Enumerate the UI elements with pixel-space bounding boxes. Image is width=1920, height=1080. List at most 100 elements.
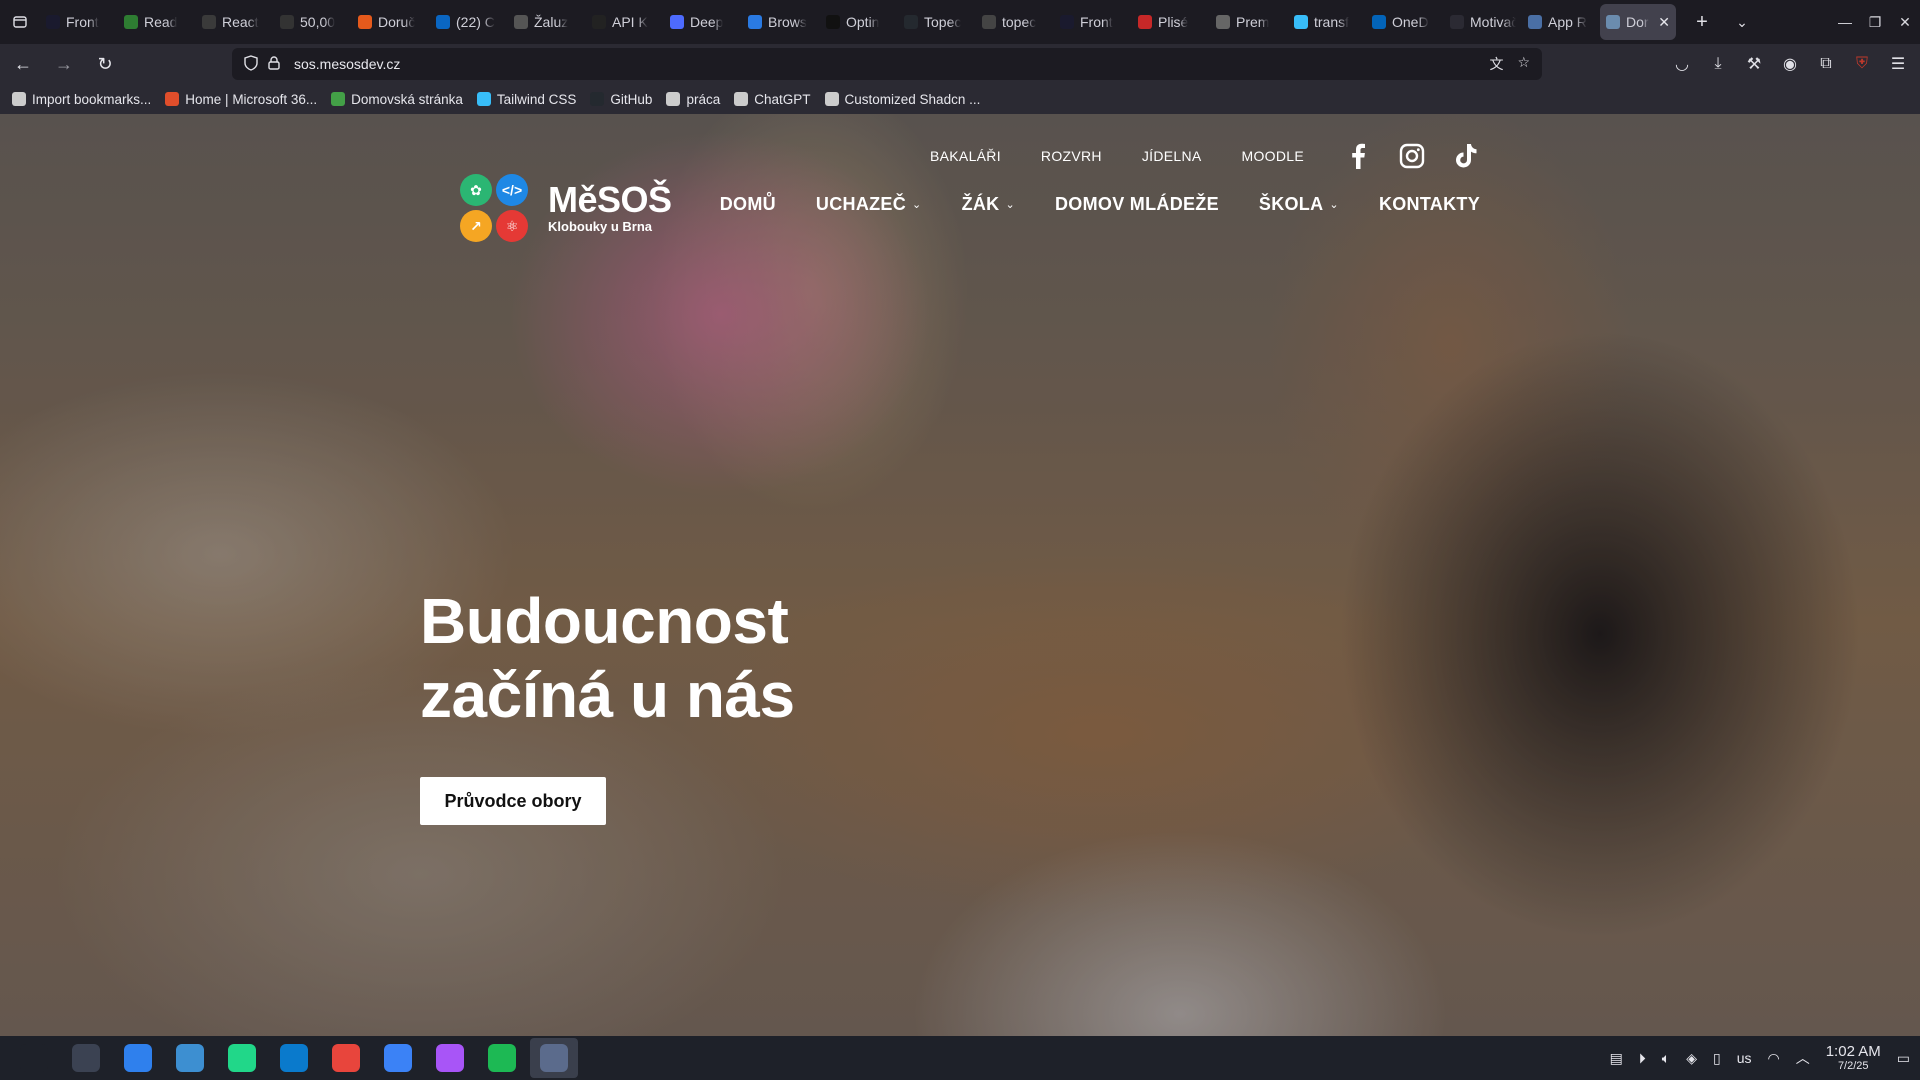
pruvodce-obory-button[interactable]: Průvodce obory [420, 777, 606, 825]
browser-tab[interactable]: Plisé [1132, 4, 1210, 40]
taskbar-app-clion[interactable] [218, 1038, 266, 1078]
bookmark-label: Customized Shadcn ... [844, 91, 981, 107]
taskbar-app-store[interactable] [114, 1038, 162, 1078]
menu-icon[interactable]: ☰ [1882, 48, 1914, 80]
bookmark-item[interactable]: Domovská stránka [331, 92, 463, 107]
browser-tab[interactable]: topec [976, 4, 1054, 40]
chevron-down-icon[interactable]: ⌄ [1722, 0, 1762, 44]
tab-label: Žaluz [534, 14, 569, 30]
pocket-icon[interactable]: ◡ [1666, 48, 1698, 80]
nav-domu[interactable]: DOMŮ [720, 194, 776, 215]
nav-domov-mladeze[interactable]: DOMOV MLÁDEŽE [1055, 194, 1219, 215]
browser-tab[interactable]: Deep [664, 4, 742, 40]
taskbar-app-screenshot[interactable] [530, 1038, 578, 1078]
tab-favicon-icon [436, 15, 450, 29]
browser-tab[interactable]: Doruč [352, 4, 430, 40]
url-bar[interactable]: sos.mesosdev.cz 文 ☆ [232, 48, 1542, 80]
reload-icon[interactable]: ↻ [87, 46, 123, 82]
bookmark-item[interactable]: Import bookmarks... [12, 92, 151, 107]
translate-icon[interactable]: 文 [1489, 54, 1503, 74]
nav-uchazec[interactable]: UCHAZEČ ⌄ [816, 194, 922, 215]
tiktok-icon[interactable] [1452, 142, 1480, 170]
taskbar: ▤ ⏵ 🔈︎ ◈ ▯ us ◠ ︿ 1:02 AM 7/2/25 ▭ [0, 1036, 1920, 1080]
browser-tab[interactable]: Front [1054, 4, 1132, 40]
tab-list-icon[interactable] [0, 0, 40, 44]
browser-tab[interactable]: Brows [742, 4, 820, 40]
url-text[interactable]: sos.mesosdev.cz [294, 56, 400, 72]
show-desktop-icon[interactable]: ▭ [1897, 1050, 1910, 1067]
browser-tab[interactable]: OneD [1366, 4, 1444, 40]
tab-label: (22) C [456, 14, 495, 30]
close-window-icon[interactable]: ✕ [1890, 14, 1920, 31]
clock[interactable]: 1:02 AM 7/2/25 [1825, 1042, 1881, 1073]
clipboard-icon[interactable]: ▤ [1610, 1050, 1623, 1067]
browser-tab[interactable]: transf [1288, 4, 1366, 40]
link-jidelna[interactable]: JÍDELNA [1142, 148, 1202, 164]
logo-title: MěSOŠ [548, 178, 672, 220]
taskbar-app-vscode[interactable] [270, 1038, 318, 1078]
vpn-icon[interactable]: ◈ [1686, 1050, 1697, 1067]
shield-icon[interactable] [244, 54, 258, 74]
bookmark-item[interactable]: Tailwind CSS [476, 92, 576, 107]
browser-tab[interactable]: API K [586, 4, 664, 40]
facebook-icon[interactable] [1344, 142, 1372, 170]
wifi-icon[interactable]: ◠ [1768, 1050, 1780, 1067]
keyboard-layout[interactable]: us [1737, 1050, 1752, 1066]
taskbar-app-launcher[interactable] [10, 1038, 58, 1078]
tab-favicon-icon [904, 15, 918, 29]
browser-tab[interactable]: Dor ✕ [1600, 4, 1676, 40]
browser-tab[interactable]: (22) C [430, 4, 508, 40]
tab-label: Front [66, 14, 99, 30]
browser-tab[interactable]: React [196, 4, 274, 40]
school-logo[interactable]: ✿ </> ↗ ⚛ MěSOŠ Klobouky u Brna [460, 172, 672, 242]
link-rozvrh[interactable]: ROZVRH [1041, 148, 1102, 164]
bookmark-star-icon[interactable]: ☆ [1517, 54, 1530, 74]
browser-tab[interactable]: Front [40, 4, 118, 40]
chevron-up-icon[interactable]: ︿ [1796, 1048, 1810, 1068]
ublock-icon[interactable]: ⛨ [1846, 48, 1878, 80]
bookmark-item[interactable]: GitHub [590, 92, 652, 107]
forward-icon[interactable]: → [46, 46, 82, 82]
lock-icon[interactable] [268, 55, 280, 73]
browser-tab[interactable]: Optin [820, 4, 898, 40]
taskbar-app-chrome[interactable] [322, 1038, 370, 1078]
media-play-icon[interactable]: ⏵ [1639, 1050, 1646, 1067]
browser-tab[interactable]: Prem [1210, 4, 1288, 40]
browser-tab[interactable]: 50,00 [274, 4, 352, 40]
bookmark-item[interactable]: Home | Microsoft 36... [165, 92, 317, 107]
browser-tab[interactable]: Žaluz [508, 4, 586, 40]
volume-icon[interactable]: 🔈︎ [1662, 1050, 1670, 1067]
taskbar-app-system-settings[interactable] [62, 1038, 110, 1078]
bookmark-item[interactable]: Customized Shadcn ... [824, 91, 981, 107]
browser-tab[interactable]: App R [1522, 4, 1600, 40]
nav-skola[interactable]: ŠKOLA ⌄ [1259, 194, 1339, 215]
instagram-icon[interactable] [1398, 142, 1426, 170]
taskbar-app-files[interactable] [166, 1038, 214, 1078]
close-tab-icon[interactable]: ✕ [1658, 14, 1670, 31]
browser-tab[interactable]: Topec [898, 4, 976, 40]
link-moodle[interactable]: MOODLE [1242, 148, 1304, 164]
extensions-icon[interactable]: ⧉ [1810, 48, 1842, 80]
bookmark-item[interactable]: ChatGPT [734, 92, 811, 107]
taskbar-app-spotify[interactable] [478, 1038, 526, 1078]
account-icon[interactable]: ◉ [1774, 48, 1806, 80]
taskbar-app-image-viewer[interactable] [426, 1038, 474, 1078]
restore-icon[interactable]: ❐ [1860, 14, 1890, 31]
nav-zak[interactable]: ŽÁK ⌄ [962, 194, 1015, 215]
bookmark-item[interactable]: práca [666, 92, 720, 107]
browser-tab[interactable]: Read [118, 4, 196, 40]
tab-favicon-icon [748, 15, 762, 29]
back-icon[interactable]: ← [5, 46, 41, 82]
tab-label: Motivačn [1470, 14, 1516, 30]
new-tab-icon[interactable]: + [1682, 0, 1722, 44]
browser-tab[interactable]: Motivačn [1444, 4, 1522, 40]
clock-time: 1:02 AM [1825, 1042, 1881, 1060]
taskbar-app-firefox[interactable] [374, 1038, 422, 1078]
download-icon[interactable]: ⤓ [1702, 48, 1734, 80]
link-bakalari[interactable]: BAKALÁŘI [930, 148, 1001, 164]
nav-kontakty[interactable]: KONTAKTY [1379, 194, 1480, 215]
minimize-icon[interactable]: — [1830, 14, 1860, 30]
vscode-icon [280, 1044, 308, 1072]
wrench-icon[interactable]: ⚒ [1738, 48, 1770, 80]
battery-icon[interactable]: ▯ [1713, 1050, 1721, 1067]
